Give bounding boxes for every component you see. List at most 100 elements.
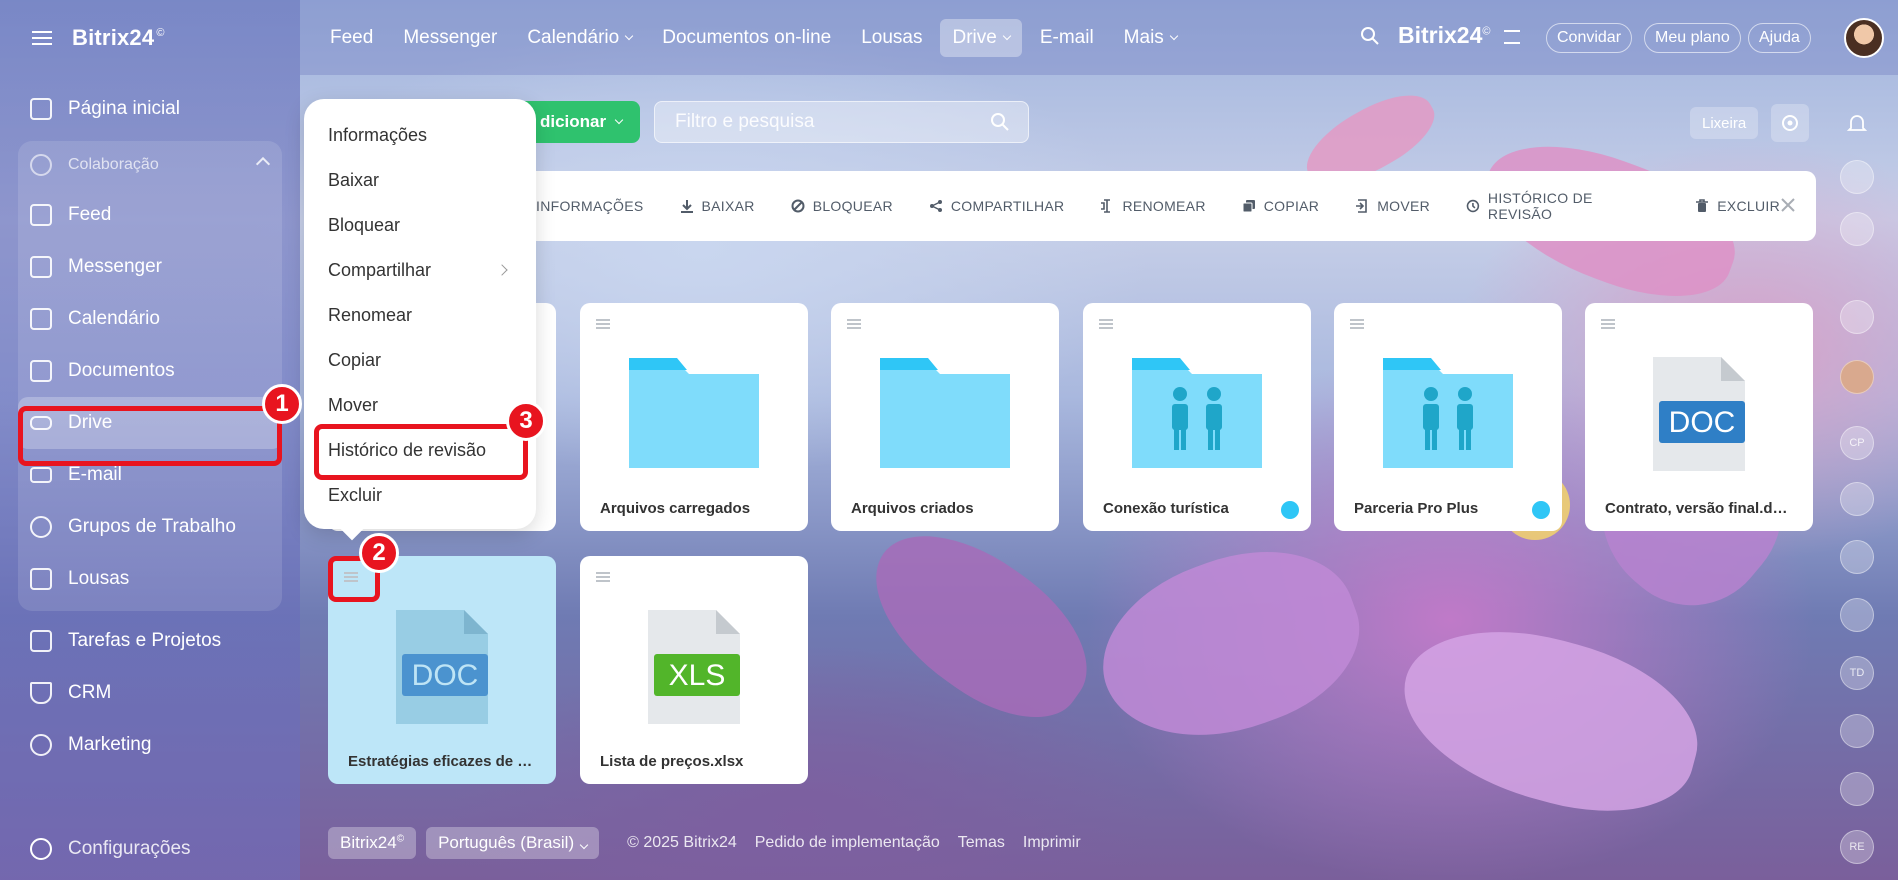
menu-item-share[interactable]: Compartilhar xyxy=(304,248,536,293)
bell-icon[interactable] xyxy=(1840,106,1874,140)
top-nav-feed[interactable]: Feed xyxy=(330,27,373,49)
action-lock[interactable]: BLOQUEAR xyxy=(791,198,893,214)
my-plan-button[interactable]: Meu plano xyxy=(1644,23,1741,53)
action-move[interactable]: MOVER xyxy=(1355,198,1430,214)
help-button[interactable]: Ajuda xyxy=(1748,23,1811,53)
target-icon[interactable] xyxy=(1840,772,1874,806)
language-select[interactable]: Português (Brasil) xyxy=(426,827,600,859)
chevron-up-icon[interactable] xyxy=(255,156,271,172)
sidebar-item-crm[interactable]: CRM xyxy=(0,667,300,719)
tile-menu-icon[interactable] xyxy=(847,319,861,329)
app-logo[interactable]: Bitrix24 © xyxy=(72,25,165,51)
task-icon[interactable] xyxy=(1840,540,1874,574)
action-info[interactable]: INFORMAÇÕES xyxy=(536,198,644,214)
search-icon[interactable] xyxy=(1360,26,1380,46)
sidebar-item-workgroups[interactable]: Grupos de Trabalho xyxy=(18,501,282,553)
sidebar-group-header[interactable]: Colaboração xyxy=(18,141,282,189)
menu-item-info[interactable]: Informações xyxy=(304,113,536,158)
file-tile[interactable]: XLS Lista de preços.xlsx xyxy=(580,556,808,784)
top-nav-email[interactable]: E-mail xyxy=(1040,27,1094,49)
search-icon[interactable] xyxy=(990,112,1010,132)
sidebar-item-messenger[interactable]: Messenger xyxy=(18,241,282,293)
tile-menu-icon[interactable] xyxy=(1350,319,1364,329)
folder-icon xyxy=(629,358,759,468)
menu-item-rename[interactable]: Renomear xyxy=(304,293,536,338)
chat-avatar[interactable]: CP xyxy=(1840,426,1874,460)
action-revision-history[interactable]: HISTÓRICO DE REVISÃO xyxy=(1466,190,1659,222)
settings-button[interactable] xyxy=(1771,104,1809,142)
footer-link[interactable]: Temas xyxy=(958,834,1005,852)
sidebar-item-label: Messenger xyxy=(68,256,162,277)
chat-avatar[interactable] xyxy=(1840,300,1874,334)
action-delete[interactable]: EXCLUIR xyxy=(1695,198,1780,214)
tile-menu-icon[interactable] xyxy=(596,572,610,582)
footer-link[interactable]: Pedido de implementação xyxy=(755,834,940,852)
right-rail: CP TD RE xyxy=(1816,0,1898,880)
folder-tile[interactable]: Arquivos carregados xyxy=(580,303,808,531)
annotation-badge: 1 xyxy=(262,384,302,424)
action-rename[interactable]: RENOMEAR xyxy=(1100,198,1205,214)
action-download[interactable]: BAIXAR xyxy=(680,198,755,214)
top-nav-more[interactable]: Mais xyxy=(1124,27,1179,49)
shared-folder-tile[interactable]: Conexão turística xyxy=(1083,303,1311,531)
menu-item-download[interactable]: Baixar xyxy=(304,158,536,203)
chat-icon[interactable] xyxy=(1840,212,1874,246)
close-icon[interactable] xyxy=(1776,193,1800,217)
sidebar-item-marketing[interactable]: Marketing xyxy=(0,719,300,771)
chat-avatar[interactable]: RE xyxy=(1840,830,1874,864)
top-bar: Feed Messenger Calendário Documentos on-… xyxy=(300,0,1898,75)
sidebar-item-calendar[interactable]: Calendário xyxy=(18,293,282,345)
tile-menu-icon[interactable] xyxy=(596,319,610,329)
doc-file-icon: DOC xyxy=(396,610,488,724)
sidebar-item-feed[interactable]: Feed xyxy=(18,189,282,241)
footer-link[interactable]: Imprimir xyxy=(1023,834,1081,852)
top-nav-boards[interactable]: Lousas xyxy=(861,27,922,49)
shared-folder-tile[interactable]: Parceria Pro Plus xyxy=(1334,303,1562,531)
chevron-down-icon xyxy=(1169,31,1179,40)
sidebar-item-label: E-mail xyxy=(68,464,122,485)
chat-avatar[interactable]: TD xyxy=(1840,656,1874,690)
trash-button[interactable]: Lixeira xyxy=(1690,107,1759,139)
invite-button[interactable]: Convidar xyxy=(1546,23,1633,53)
support-icon[interactable] xyxy=(1840,160,1874,194)
top-nav-calendar[interactable]: Calendário xyxy=(527,27,634,49)
chat-avatar[interactable] xyxy=(1840,360,1874,394)
annotation-highlight-revision xyxy=(314,424,528,480)
sidebar-item-label: Página inicial xyxy=(68,98,180,119)
tile-name: Lista de preços.xlsx xyxy=(600,753,744,770)
sidebar-item-boards[interactable]: Lousas xyxy=(18,553,282,605)
menu-item-move[interactable]: Mover xyxy=(304,383,536,428)
target-icon[interactable] xyxy=(1840,714,1874,748)
folder-tile[interactable]: Arquivos criados xyxy=(831,303,1059,531)
sidebar-item-home[interactable]: Página inicial xyxy=(0,83,300,135)
copyright-text: © 2025 Bitrix24 xyxy=(627,834,737,851)
sidebar-item-label: CRM xyxy=(68,682,112,703)
background-petal xyxy=(1384,603,1716,837)
tile-menu-icon[interactable] xyxy=(1601,319,1615,329)
action-share[interactable]: COMPARTILHAR xyxy=(929,198,1065,214)
footer: Bitrix24© Português (Brasil) © 2025 Bitr… xyxy=(328,827,1081,859)
task-icon[interactable] xyxy=(1840,482,1874,516)
sidebar-item-documents[interactable]: Documentos xyxy=(18,345,282,397)
shared-badge-icon xyxy=(1532,501,1550,519)
task-icon[interactable] xyxy=(1840,598,1874,632)
menu-item-copy[interactable]: Copiar xyxy=(304,338,536,383)
top-nav-label: Feed xyxy=(330,26,374,48)
menu-item-lock[interactable]: Bloquear xyxy=(304,203,536,248)
action-list: INFORMAÇÕES BAIXAR BLOQUEAR COMPARTILHAR… xyxy=(536,190,1816,222)
search-input[interactable]: Filtro e pesquisa xyxy=(654,101,1029,143)
top-nav-label: Documentos on-line xyxy=(662,26,832,48)
shared-folder-icon xyxy=(1132,358,1262,468)
tile-menu-icon[interactable] xyxy=(1099,319,1113,329)
sidebar-item-tasks[interactable]: Tarefas e Projetos xyxy=(0,615,300,667)
top-nav-messenger[interactable]: Messenger xyxy=(403,27,497,49)
action-copy[interactable]: COPIAR xyxy=(1242,198,1319,214)
footer-brand-button[interactable]: Bitrix24© xyxy=(328,827,417,859)
top-nav-drive[interactable]: Drive xyxy=(940,18,1022,57)
top-nav-documents-online[interactable]: Documentos on-line xyxy=(662,27,831,49)
share-icon xyxy=(929,200,942,212)
settings-sliders-icon[interactable] xyxy=(1504,30,1520,44)
sidebar-item-settings[interactable]: Configurações xyxy=(30,838,191,860)
hamburger-menu-icon[interactable] xyxy=(32,30,52,45)
file-tile[interactable]: DOC Contrato, versão final.docx xyxy=(1585,303,1813,531)
